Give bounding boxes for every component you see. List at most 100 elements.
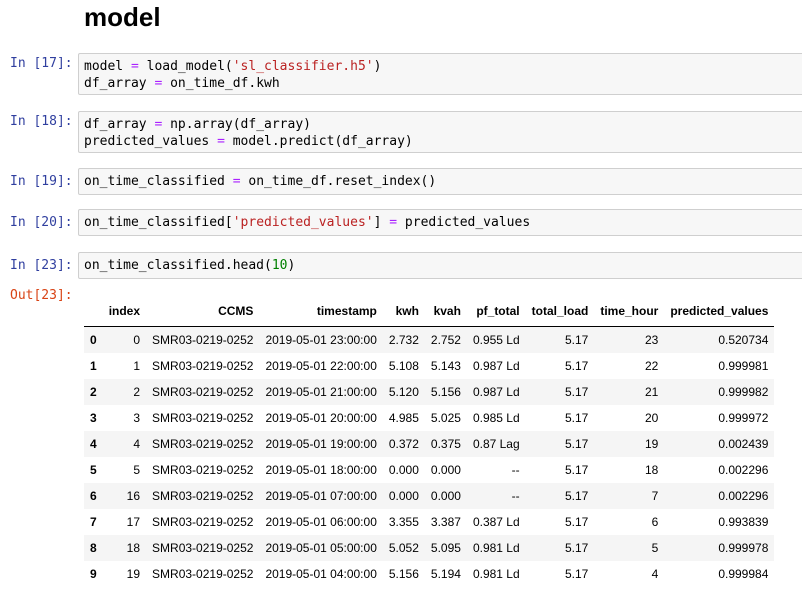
table-cell: 0.981 Ld: [472, 567, 520, 581]
dataframe-output: index CCMS timestamp kwh kvah pf_total t…: [84, 296, 775, 587]
table-cell: --: [511, 463, 520, 477]
table-row: 6 16 SMR03-0219-0252 2019-05-01 07:00:00 0.0…: [84, 483, 775, 509]
row-index: 4: [90, 437, 97, 451]
table-cell: 0.372: [388, 437, 419, 451]
table-cell: 0.985 Ld: [472, 411, 520, 425]
table-cell: 5: [651, 541, 659, 555]
input-prompt: In [18]:: [10, 114, 73, 129]
table-cell: 0.000: [430, 463, 461, 477]
row-index: 1: [90, 359, 97, 373]
table-cell: 5.17: [564, 541, 589, 555]
code-line: on_time_classified = on_time_df.reset_in…: [84, 174, 437, 189]
table-cell: 1: [133, 359, 141, 373]
table-cell: 0.387 Ld: [472, 515, 520, 529]
table-cell: 2019-05-01 20:00:00: [265, 411, 377, 425]
table-cell: 5.17: [564, 515, 589, 529]
row-index: 9: [90, 567, 97, 581]
code-input[interactable]: model = load_model('sl_classifier.h5') d…: [78, 53, 802, 95]
section-heading: model: [84, 2, 161, 32]
table-cell: 0.002296: [718, 489, 769, 503]
table-cell: 2019-05-01 21:00:00: [265, 385, 377, 399]
table-cell: SMR03-0219-0252: [152, 411, 254, 425]
table-cell: SMR03-0219-0252: [152, 541, 254, 555]
table-cell: 5.156: [388, 567, 419, 581]
table-cell: 5.17: [564, 411, 589, 425]
table-cell: 2019-05-01 05:00:00: [265, 541, 377, 555]
table-row: 8 18 SMR03-0219-0252 2019-05-01 05:00:00 5.0…: [84, 535, 775, 561]
table-row: 0 0 SMR03-0219-0252 2019-05-01 23:00:00 2.73…: [84, 326, 775, 353]
column-header: pf_total: [466, 296, 526, 327]
input-prompt: In [19]:: [10, 174, 73, 189]
table-cell: 2019-05-01 04:00:00: [265, 567, 377, 581]
table-cell: 3: [133, 411, 141, 425]
row-index: 2: [90, 385, 97, 399]
table-cell: 7: [651, 489, 659, 503]
table-cell: 18: [126, 541, 141, 555]
table-cell: 0.999981: [718, 359, 769, 373]
table-cell: 5.052: [388, 541, 419, 555]
table-row: 9 19 SMR03-0219-0252 2019-05-01 04:00:00 5.1…: [84, 561, 774, 587]
column-header: timestamp: [259, 296, 383, 327]
code-input[interactable]: on_time_classified['predicted_values'] =…: [78, 209, 802, 236]
table-cell: 5.095: [430, 541, 461, 555]
table-cell: SMR03-0219-0252: [152, 463, 254, 477]
table-cell: 0.987 Ld: [472, 359, 520, 373]
table-header-row: index CCMS timestamp kwh kvah pf_total t…: [84, 296, 775, 327]
table-cell: 19: [126, 567, 141, 581]
row-index: 5: [90, 463, 97, 477]
table-cell: 5.17: [564, 333, 589, 347]
table-cell: 3.355: [388, 515, 419, 529]
table-cell: 22: [644, 359, 659, 373]
code-line: predicted_values = model.predict(df_arra…: [84, 134, 413, 149]
code-line: model = load_model('sl_classifier.h5'): [84, 59, 382, 74]
table-cell: 5.025: [430, 411, 461, 425]
row-index: 7: [90, 515, 97, 529]
table-cell: 5.143: [430, 359, 461, 373]
table-cell: 0.993839: [718, 515, 769, 529]
column-header: [84, 296, 103, 327]
code-line: df_array = on_time_df.kwh: [84, 76, 280, 91]
table-row: 4 4 SMR03-0219-0252 2019-05-01 19:00:00 0.37…: [84, 431, 775, 457]
code-input[interactable]: on_time_classified = on_time_df.reset_in…: [78, 168, 802, 195]
row-index: 3: [90, 411, 97, 425]
table-cell: 2019-05-01 23:00:00: [265, 333, 377, 347]
table-cell: 2.732: [388, 333, 419, 347]
table-cell: 3.387: [430, 515, 461, 529]
table-cell: 4: [651, 567, 659, 581]
table-row: 3 3 SMR03-0219-0252 2019-05-01 20:00:00 4.98…: [84, 405, 774, 431]
table-cell: 2019-05-01 19:00:00: [265, 437, 377, 451]
table-cell: 0.999972: [718, 411, 769, 425]
table-cell: SMR03-0219-0252: [152, 437, 254, 451]
row-index: 0: [90, 333, 97, 347]
table-cell: 0.002439: [718, 437, 769, 451]
input-prompt: In [17]:: [10, 56, 73, 71]
table-cell: 5.17: [564, 567, 589, 581]
table-cell: 0.987 Ld: [472, 385, 520, 399]
table-cell: 0.520734: [718, 333, 769, 347]
code-input[interactable]: on_time_classified.head(10): [78, 252, 802, 279]
table-cell: 5.17: [564, 489, 589, 503]
table-row: 2 2 SMR03-0219-0252 2019-05-01 21:00:00 5.12…: [84, 379, 775, 405]
column-header: predicted_values: [664, 296, 775, 327]
column-header: total_load: [525, 296, 595, 327]
code-input[interactable]: df_array = np.array(df_array) predicted_…: [78, 111, 802, 153]
table-cell: 2019-05-01 06:00:00: [265, 515, 377, 529]
column-header: kwh: [382, 296, 425, 327]
table-cell: 2019-05-01 22:00:00: [265, 359, 377, 373]
table-cell: 18: [644, 463, 659, 477]
table-cell: 4.985: [388, 411, 419, 425]
table-cell: 5.156: [430, 385, 461, 399]
table-cell: 0.002296: [718, 463, 769, 477]
table-cell: 0.999984: [718, 567, 769, 581]
table-cell: 2019-05-01 18:00:00: [265, 463, 377, 477]
table-cell: 0: [133, 333, 141, 347]
table-cell: SMR03-0219-0252: [152, 333, 254, 347]
column-header: index: [102, 296, 147, 327]
table-cell: SMR03-0219-0252: [152, 359, 254, 373]
table-cell: SMR03-0219-0252: [152, 567, 254, 581]
table-cell: 21: [644, 385, 659, 399]
table-cell: 0.000: [388, 463, 419, 477]
table-row: 5 5 SMR03-0219-0252 2019-05-01 18:00:00 0.00…: [84, 457, 774, 483]
table-cell: 17: [126, 515, 141, 529]
table-cell: 16: [126, 489, 141, 503]
